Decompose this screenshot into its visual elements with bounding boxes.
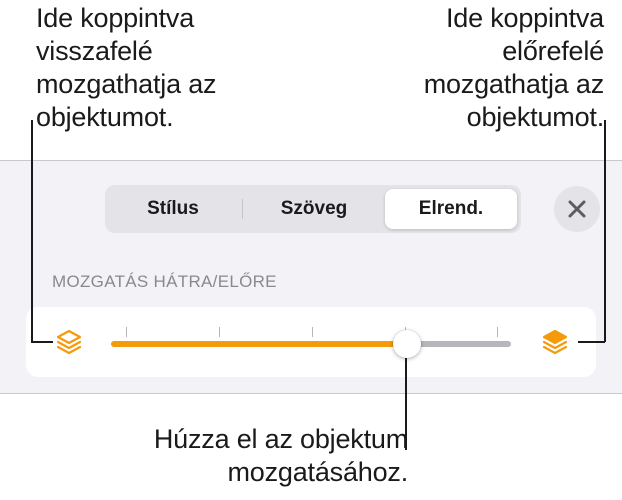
callout-bring-forward: Ide koppintva előrefelé mozgathatja az o…: [423, 3, 605, 132]
callout-send-backward: Ide koppintva visszafelé mozgathatja az …: [36, 3, 217, 132]
tab-style[interactable]: Stílus: [109, 189, 237, 229]
tab-divider: [242, 199, 243, 219]
callout-drag-slider: Húzza el az objektum mozgatásához.: [153, 424, 408, 487]
section-label: MOZGATÁS HÁTRA/ELŐRE: [52, 272, 277, 291]
leader-line-left-tick: [31, 341, 53, 343]
slider-track-filled: [111, 341, 407, 347]
bring-forward-icon[interactable]: [540, 328, 570, 358]
tab-bar: Stílus Szöveg Elrend.: [105, 185, 521, 233]
slider-tick: [312, 327, 313, 337]
tab-text[interactable]: Szöveg: [245, 189, 383, 229]
leader-line-right: [604, 120, 606, 342]
tab-arrange[interactable]: Elrend.: [385, 189, 517, 229]
slider-thumb[interactable]: [393, 330, 421, 358]
close-button[interactable]: [554, 186, 600, 232]
close-icon: [568, 200, 586, 218]
page: Ide koppintva visszafelé mozgathatja az …: [0, 0, 622, 500]
leader-line-bottom: [405, 358, 407, 450]
leader-line-left: [31, 120, 33, 342]
slider-tick: [126, 327, 127, 337]
slider-tick: [219, 327, 220, 337]
send-backward-icon[interactable]: [54, 328, 84, 358]
leader-line-right-tick: [578, 341, 605, 343]
slider-tick: [497, 327, 498, 337]
slider-track-empty: [409, 341, 511, 347]
